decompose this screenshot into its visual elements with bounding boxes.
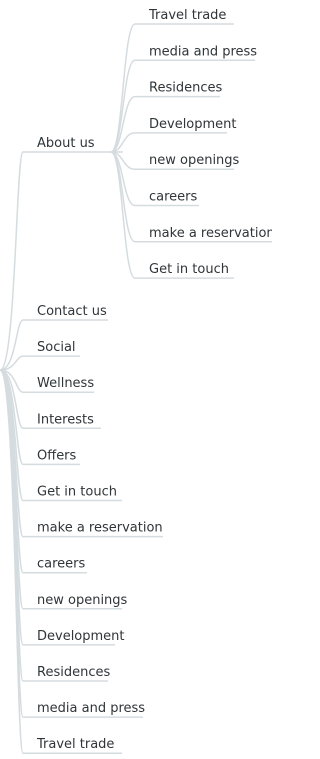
root-child-media-and-press[interactable]: media and press: [23, 701, 145, 718]
about-child-travel-trade[interactable]: Travel trade: [135, 8, 234, 25]
about-child-travel-trade-label: Travel trade: [148, 8, 226, 23]
about-child-make-a-reservation[interactable]: make a reservation: [135, 226, 272, 243]
root-child-new-openings[interactable]: new openings: [23, 593, 128, 610]
about-child-careers-label: careers: [149, 190, 198, 205]
root-child-contact-us-label: Contact us: [37, 304, 107, 319]
root-child-get-in-touch[interactable]: Get in touch: [23, 485, 122, 502]
root-child-residences-label: Residences: [37, 665, 110, 680]
about-child-residences-label: Residences: [149, 81, 222, 96]
connector-about-child: [110, 151, 136, 243]
about-child-residences[interactable]: Residences: [135, 81, 222, 98]
root-child-interests-label: Interests: [37, 412, 94, 427]
about-child-careers[interactable]: careers: [135, 190, 199, 207]
about-child-development-label: Development: [149, 117, 237, 132]
root-child-careers-label: careers: [37, 557, 86, 572]
root-child-development-label: Development: [37, 629, 125, 644]
connector-root-about: [0, 151, 24, 371]
about-child-new-openings-label: new openings: [149, 153, 240, 168]
node-about-us-label: About us: [37, 136, 95, 151]
mind-map: Travel trade media and press Residences Dev…: [0, 8, 272, 754]
about-child-development[interactable]: Development: [135, 117, 237, 134]
about-child-media-and-press[interactable]: media and press: [135, 44, 257, 62]
about-child-new-openings[interactable]: new openings: [135, 153, 240, 170]
root-child-make-a-reservation[interactable]: make a reservation: [23, 521, 163, 538]
node-about-us[interactable]: About us: [23, 136, 123, 153]
about-child-make-a-reservation-label: make a reservation: [149, 226, 272, 241]
root-child-travel-trade[interactable]: Travel trade: [23, 737, 122, 754]
root-child-new-openings-label: new openings: [37, 593, 128, 608]
root-child-residences[interactable]: Residences: [23, 665, 110, 682]
root-child-travel-trade-label: Travel trade: [36, 737, 114, 752]
root-child-wellness-label: Wellness: [37, 376, 94, 391]
root-child-media-and-press-label: media and press: [37, 701, 145, 716]
root-child-make-a-reservation-label: make a reservation: [37, 521, 163, 536]
root-child-social-label: Social: [37, 340, 76, 355]
connector-about-child: [110, 59, 136, 153]
root-child-offers-label: Offers: [37, 448, 77, 463]
connector-about-child: [110, 151, 136, 279]
root-child-development[interactable]: Development: [23, 629, 125, 646]
about-child-media-and-press-label: media and press: [149, 44, 257, 59]
root-child-contact-us[interactable]: Contact us: [23, 304, 108, 321]
root-child-get-in-touch-label: Get in touch: [37, 485, 117, 500]
connector-root-child: [0, 319, 24, 371]
root-child-careers[interactable]: careers: [23, 557, 87, 574]
about-us-branch: Travel trade media and press Residences Dev…: [23, 8, 272, 279]
about-child-get-in-touch-label: Get in touch: [149, 262, 229, 277]
root-child-offers[interactable]: Offers: [23, 448, 80, 466]
root-child-interests[interactable]: Interests: [23, 412, 101, 430]
root-child-social[interactable]: Social: [23, 340, 80, 357]
root-branches: Contact us Social Wellness Interests Offers G…: [23, 304, 163, 754]
about-child-get-in-touch[interactable]: Get in touch: [135, 262, 234, 279]
root-child-wellness[interactable]: Wellness: [23, 376, 94, 393]
